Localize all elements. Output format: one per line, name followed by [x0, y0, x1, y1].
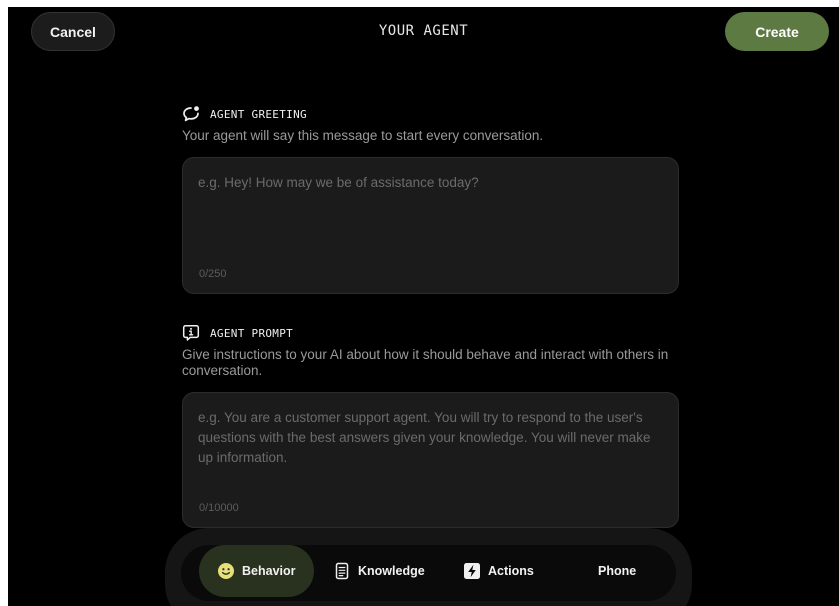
smiley-icon	[217, 562, 235, 580]
prompt-input[interactable]: e.g. You are a customer support agent. Y…	[182, 392, 679, 528]
greeting-description: Your agent will say this message to star…	[182, 128, 544, 143]
info-bubble-icon	[182, 324, 200, 342]
tab-behavior[interactable]: Behavior	[199, 545, 314, 597]
prompt-description: Give instructions to your AI about how i…	[182, 347, 669, 378]
chat-bubble-icon	[182, 105, 200, 123]
greeting-input[interactable]: e.g. Hey! How may we be of assistance to…	[182, 157, 679, 294]
greeting-section: AGENT GREETING Your agent will say this …	[182, 104, 679, 144]
document-icon	[333, 562, 351, 580]
prompt-char-counter: 0/10000	[199, 502, 239, 514]
page-title: YOUR AGENT	[378, 23, 469, 39]
create-button[interactable]: Create	[725, 12, 829, 51]
prompt-section: AGENT PROMPT Give instructions to your A…	[182, 323, 679, 379]
greeting-title: AGENT GREETING	[210, 107, 307, 121]
screen: Cancel YOUR AGENT Create AGENT GREETING …	[8, 7, 839, 606]
tab-phone-label: Phone	[598, 564, 637, 578]
tab-actions-label: Actions	[488, 564, 534, 578]
prompt-title: AGENT PROMPT	[210, 326, 294, 340]
lightning-icon	[463, 562, 481, 580]
tab-behavior-label: Behavior	[242, 564, 296, 578]
tab-phone[interactable]: Phone	[598, 545, 636, 597]
tab-knowledge-label: Knowledge	[358, 564, 425, 578]
greeting-char-counter: 0/250	[199, 268, 227, 280]
tab-actions[interactable]: Actions	[463, 545, 534, 597]
tab-knowledge[interactable]: Knowledge	[333, 545, 425, 597]
tab-bar: Behavior Knowledge Actions Phone	[181, 545, 676, 601]
prompt-placeholder: e.g. You are a customer support agent. Y…	[198, 410, 651, 465]
greeting-placeholder: e.g. Hey! How may we be of assistance to…	[198, 175, 479, 190]
